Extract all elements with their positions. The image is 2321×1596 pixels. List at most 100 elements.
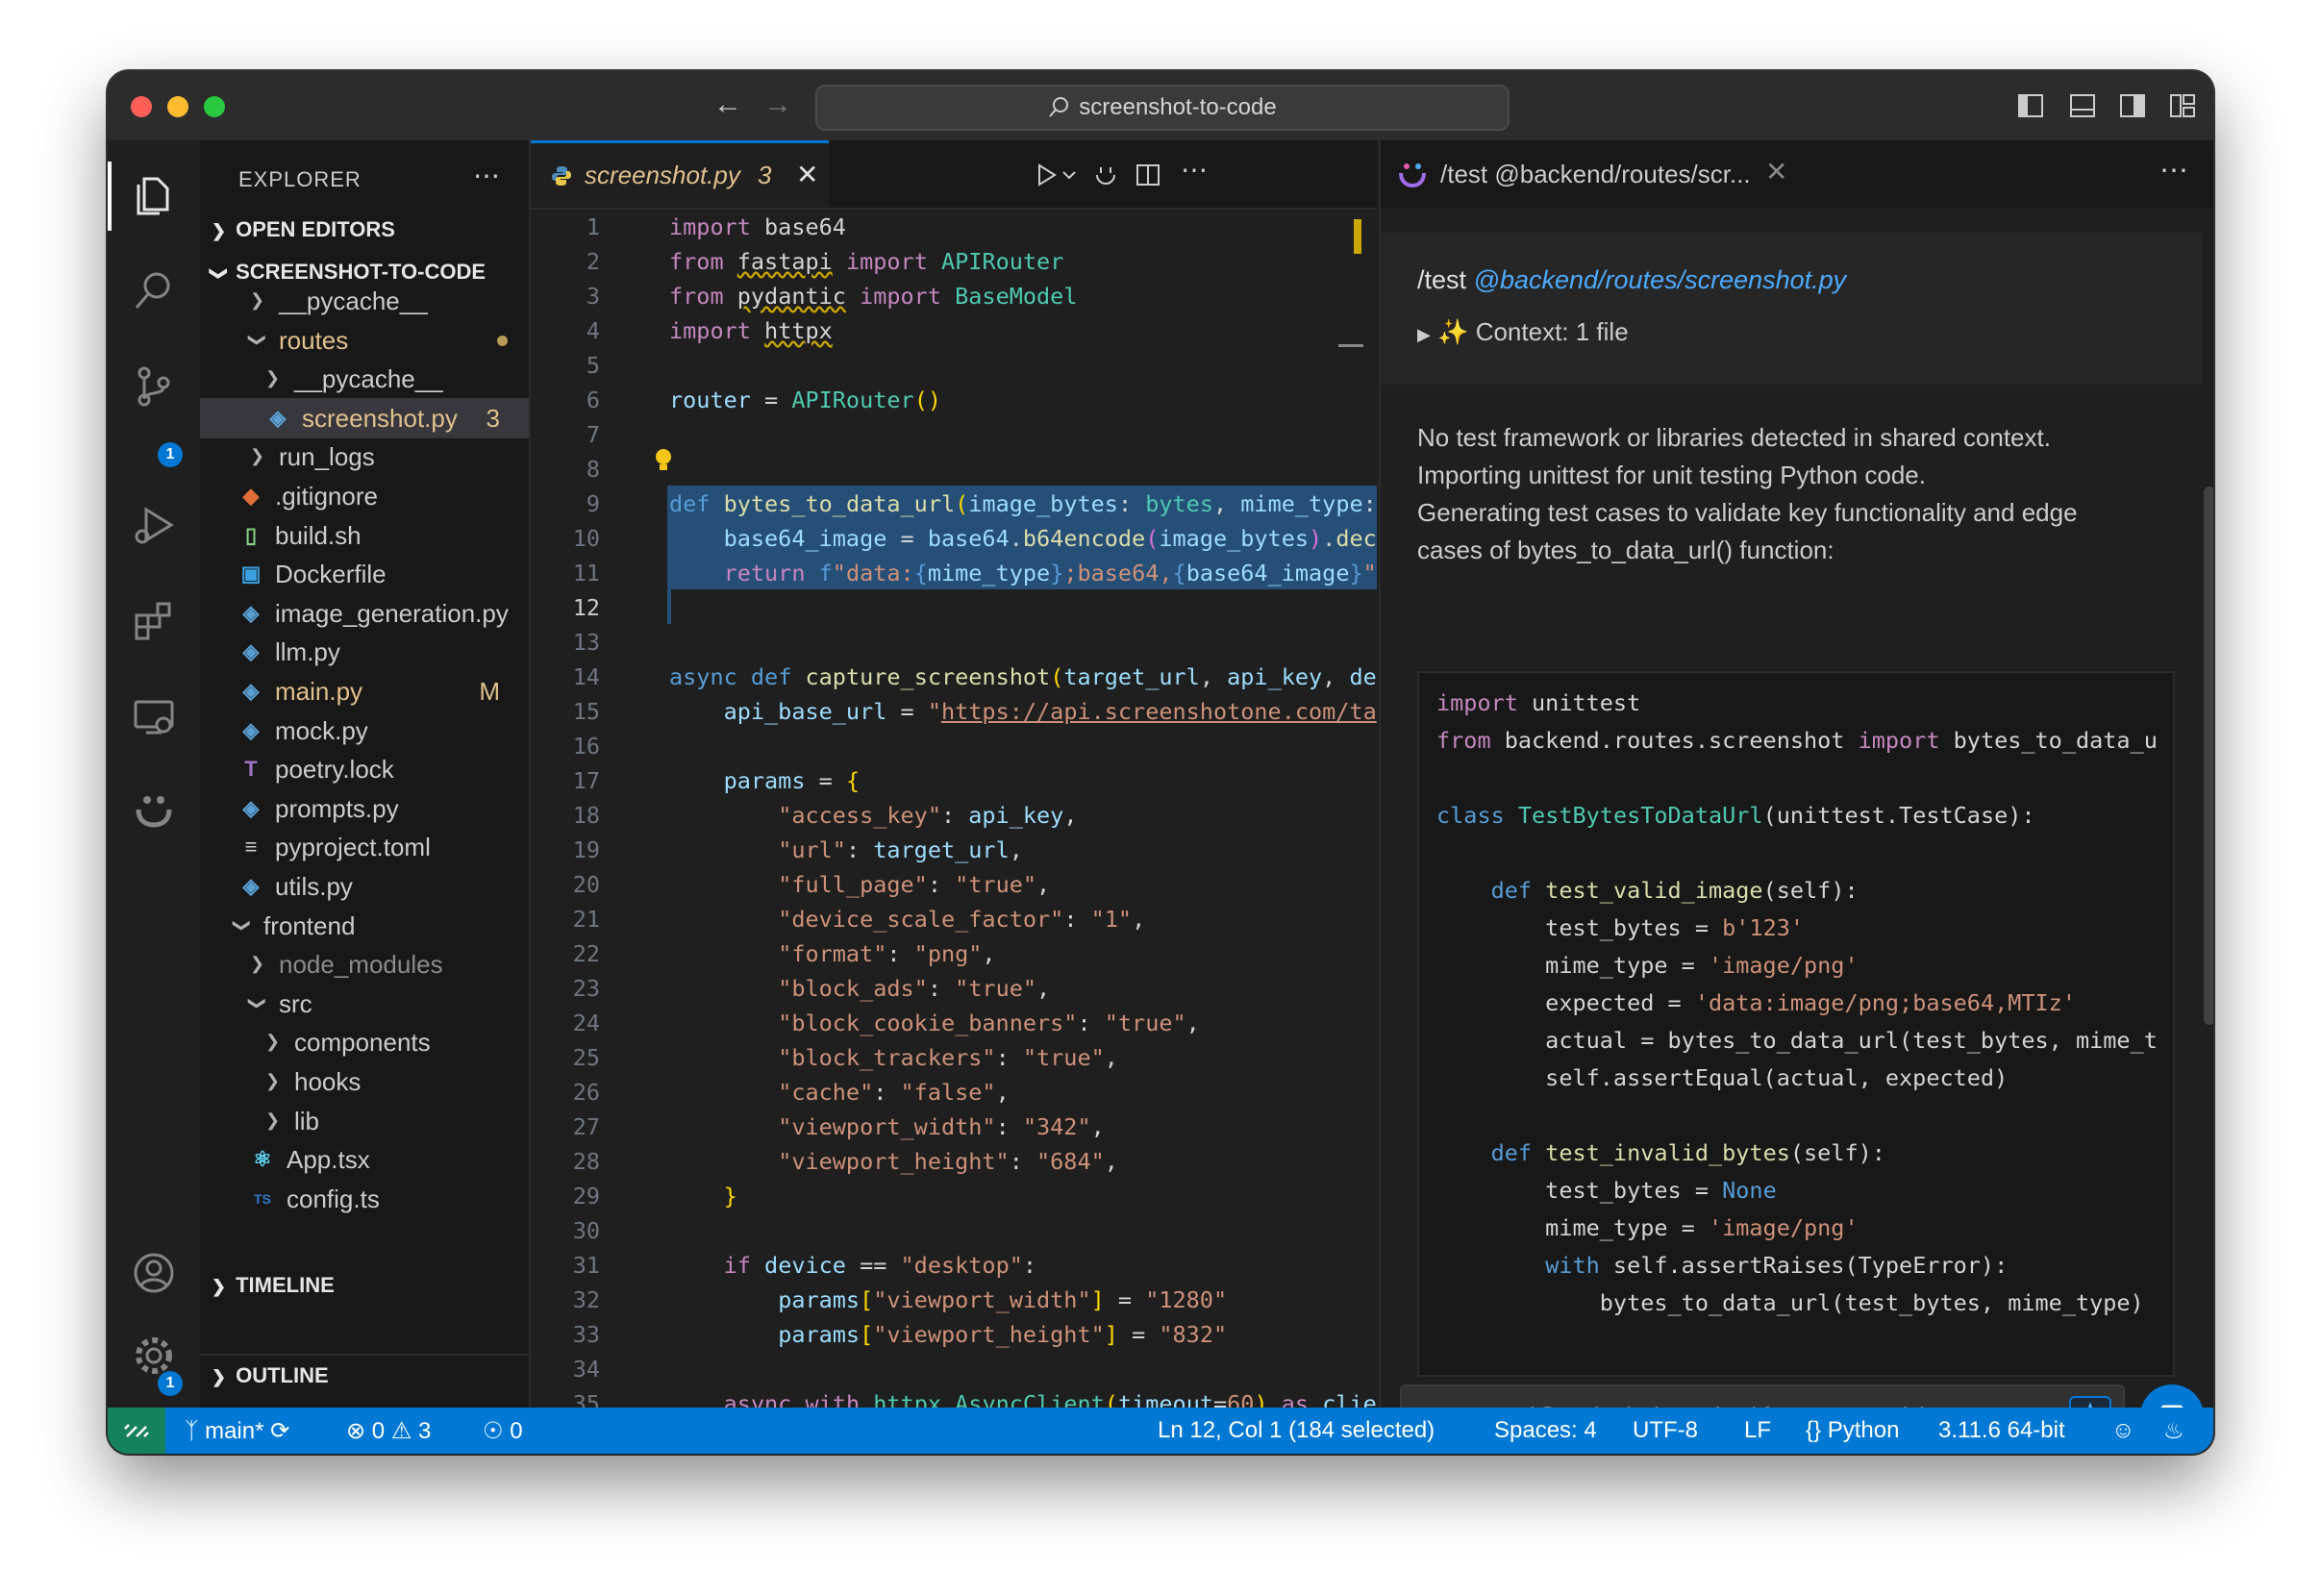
- run-debug-icon[interactable]: [131, 502, 177, 548]
- ports-count: 0: [510, 1418, 523, 1444]
- back-arrow-icon[interactable]: ←: [713, 88, 742, 121]
- notifications-bell-icon[interactable]: ♨: [2163, 1417, 2184, 1445]
- line-number: 11: [572, 560, 600, 586]
- tree-item[interactable]: Tpoetry.lock: [200, 749, 529, 789]
- tree-item[interactable]: ◈ prompts.py: [200, 788, 529, 829]
- tree-item[interactable]: ⚛ App.tsx: [200, 1139, 529, 1180]
- editor-more-actions-icon[interactable]: ⋯: [1181, 154, 1208, 185]
- chat-more-actions-icon[interactable]: ⋯: [2159, 154, 2188, 187]
- chevron-right-icon: ❯: [265, 1071, 281, 1090]
- code-line: from pydantic import BaseModel: [669, 283, 1078, 310]
- code-line: def bytes_to_data_url(image_bytes: bytes…: [669, 490, 1377, 517]
- branch-indicator[interactable]: ᛉ main* ⟳: [185, 1417, 289, 1445]
- accounts-icon[interactable]: [131, 1250, 177, 1296]
- code-editor[interactable]: 1 import base64 2 from fastapi import APIR…: [531, 210, 1377, 1408]
- chevron-down-icon[interactable]: [1061, 162, 1077, 188]
- code-line: import httpx: [669, 317, 833, 344]
- minimize-window-button[interactable]: [167, 96, 188, 117]
- timeline-section[interactable]: ❯ TIMELINE: [212, 1273, 335, 1298]
- tree-item[interactable]: ❯ __pycache__: [200, 359, 529, 399]
- line-number: 17: [572, 767, 600, 794]
- tree-item[interactable]: ❯ lib: [200, 1101, 529, 1141]
- explorer-icon[interactable]: [131, 173, 177, 219]
- tree-item[interactable]: ◈ utils.py: [200, 866, 529, 907]
- tree-item[interactable]: ◆ .gitignore: [200, 476, 529, 516]
- source-control-icon[interactable]: [131, 363, 177, 410]
- toggle-secondary-sidebar-icon[interactable]: [2119, 92, 2146, 119]
- line-number: 7: [586, 421, 600, 448]
- tree-item[interactable]: ❯ node_modules: [200, 944, 529, 985]
- extensions-icon[interactable]: [131, 598, 177, 644]
- explorer-more-actions-icon[interactable]: ⋯: [473, 160, 500, 191]
- toggle-panel-icon[interactable]: [2069, 92, 2096, 119]
- python-file-icon: ◈: [269, 405, 287, 430]
- code-line: import unittest: [1436, 689, 1641, 716]
- chevron-down-icon: ❯: [210, 265, 230, 282]
- sparkle-icon: ✨: [1437, 317, 1469, 346]
- activity-bar: 1 1: [108, 140, 202, 1408]
- run-python-file-icon[interactable]: [1033, 162, 1060, 188]
- line-number: 2: [586, 248, 600, 275]
- tree-item[interactable]: ❯ routes: [200, 320, 529, 361]
- problems-indicator[interactable]: ⊗ 0 ⚠ 3: [346, 1417, 431, 1445]
- query-file-reference[interactable]: @backend/routes/screenshot.py: [1474, 265, 1847, 294]
- split-editor-icon[interactable]: [1135, 162, 1161, 188]
- python-file-icon: [552, 166, 571, 186]
- copilot-status-icon[interactable]: ☺: [2111, 1417, 2135, 1444]
- branch-name: main*: [205, 1418, 264, 1444]
- query-text: /test @backend/routes/screenshot.py: [1417, 265, 1846, 295]
- close-chat-tab-icon[interactable]: ✕: [1765, 156, 1787, 187]
- tree-item[interactable]: ❯ src: [200, 984, 529, 1024]
- encoding[interactable]: UTF-8: [1633, 1417, 1698, 1444]
- url-link[interactable]: https://api.screenshotone.com/ta: [941, 698, 1377, 725]
- code-line: from backend.routes.screenshot import by…: [1436, 727, 2158, 754]
- tree-item[interactable]: ❯ components: [200, 1022, 529, 1062]
- close-tab-icon[interactable]: ✕: [796, 159, 818, 190]
- tree-item[interactable]: ❯ frontend: [200, 906, 529, 946]
- tree-item-label: node_modules: [279, 950, 443, 980]
- open-editors-section[interactable]: ❯ OPEN EDITORS: [212, 217, 395, 242]
- toggle-primary-sidebar-icon[interactable]: [2017, 92, 2044, 119]
- tree-item[interactable]: ≡ pyproject.toml: [200, 827, 529, 867]
- braces-icon: {}: [1806, 1417, 1822, 1443]
- timeline-label: TIMELINE: [236, 1273, 335, 1297]
- tree-item[interactable]: TS config.ts: [200, 1179, 529, 1219]
- outline-section[interactable]: ❯ OUTLINE: [212, 1363, 329, 1388]
- indentation[interactable]: Spaces: 4: [1494, 1417, 1597, 1444]
- context-toggle[interactable]: ▶ ✨ Context: 1 file: [1417, 317, 1629, 347]
- generated-code-block[interactable]: import unittest from backend.routes.scre…: [1417, 671, 2175, 1377]
- zoom-window-button[interactable]: [204, 96, 225, 117]
- ports-indicator[interactable]: ☉ 0: [483, 1417, 523, 1445]
- tree-item[interactable]: ◈ llm.py: [200, 632, 529, 672]
- tree-item[interactable]: ❯ run_logs: [200, 436, 529, 477]
- line-number: 29: [572, 1183, 600, 1209]
- cursor-position[interactable]: Ln 12, Col 1 (184 selected): [1158, 1417, 1435, 1444]
- code-line: mime_type = 'image/png': [1436, 1214, 1859, 1241]
- tab-screenshot-py[interactable]: screenshot.py 3 ✕: [531, 140, 829, 208]
- customize-layout-icon[interactable]: [2169, 92, 2196, 119]
- search-icon[interactable]: [131, 267, 177, 313]
- tree-item[interactable]: ❯ __pycache__: [200, 281, 529, 321]
- tree-item[interactable]: ◈ screenshot.py 3: [200, 397, 529, 438]
- remote-explorer-icon[interactable]: [131, 694, 177, 740]
- tree-item[interactable]: ▯ build.sh: [200, 515, 529, 556]
- copilot-icon[interactable]: [131, 786, 177, 833]
- line-number: 23: [572, 975, 600, 1002]
- chat-scrollbar[interactable]: [2204, 486, 2213, 1025]
- end-of-line[interactable]: LF: [1744, 1417, 1771, 1444]
- remote-indicator[interactable]: [108, 1408, 165, 1454]
- tree-item[interactable]: ❯ hooks: [200, 1061, 529, 1102]
- explorer-sidebar: EXPLORER ⋯ ❯ OPEN EDITORS ❯ SCREENSHOT-TO-…: [200, 140, 531, 1408]
- command-center-search[interactable]: screenshot-to-code: [815, 85, 1510, 131]
- close-window-button[interactable]: [131, 96, 152, 117]
- python-interpreter[interactable]: 3.11.6 64-bit: [1938, 1417, 2065, 1444]
- tree-item[interactable]: ◈ main.py M: [200, 671, 529, 711]
- chat-tab-title[interactable]: /test @backend/routes/scr...: [1440, 160, 1751, 189]
- tree-item[interactable]: ▣ Dockerfile: [200, 554, 529, 594]
- tree-item[interactable]: ◈ image_generation.py: [200, 593, 529, 634]
- language-mode[interactable]: {} Python: [1806, 1417, 1899, 1444]
- tree-item[interactable]: ◈ mock.py: [200, 711, 529, 751]
- forward-arrow-icon[interactable]: →: [763, 88, 792, 121]
- docker-file-icon: ▣: [240, 561, 262, 586]
- open-changes-icon[interactable]: [1092, 162, 1119, 188]
